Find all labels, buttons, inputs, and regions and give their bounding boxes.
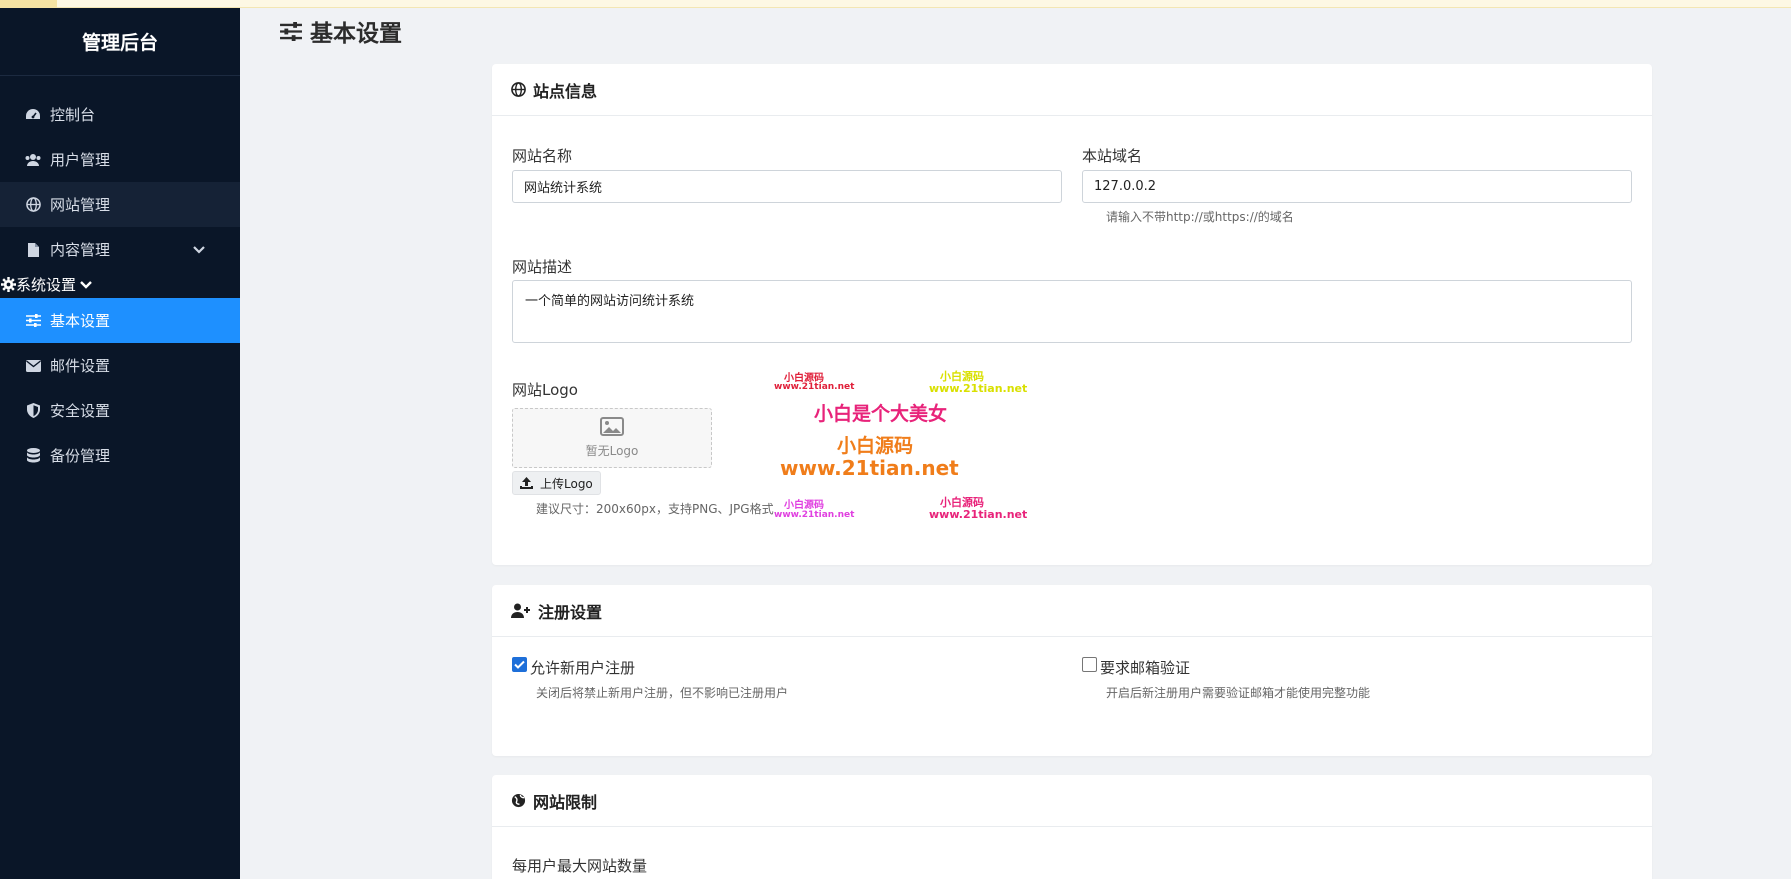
logo-label: 网站Logo <box>512 381 578 399</box>
globe-icon <box>511 82 526 97</box>
page-title: 基本设置 <box>280 14 402 48</box>
main-content: 基本设置 站点信息 网站名称 网站统计系统 本站域名 127.0.0.2 请输入… <box>240 8 1791 879</box>
file-icon <box>24 241 42 259</box>
site-name-label: 网站名称 <box>512 147 573 165</box>
watermark-text: 小白源码 <box>784 500 824 511</box>
sidebar-item-label: 基本设置 <box>50 312 111 330</box>
description-textarea[interactable]: 一个简单的网站访问统计系统 <box>512 280 1632 343</box>
description-label: 网站描述 <box>512 258 573 276</box>
allow-register-checkbox[interactable] <box>512 657 527 672</box>
chevron-down-icon[interactable] <box>192 241 206 259</box>
upload-logo-label: 上传Logo <box>540 476 593 491</box>
sidebar-group-label: 系统设置 <box>16 276 77 294</box>
sidebar-item-users[interactable]: 用户管理 <box>0 137 240 182</box>
allow-register-hint: 关闭后将禁止新用户注册，但不影响已注册用户 <box>536 686 789 700</box>
envelope-icon <box>24 357 42 375</box>
globe-icon <box>24 196 42 214</box>
card-header: 网站限制 <box>492 775 1652 827</box>
sidebar-item-label: 安全设置 <box>50 402 111 420</box>
sidebar-item-dashboard[interactable]: 控制台 <box>0 92 240 137</box>
domain-label: 本站域名 <box>1082 147 1143 165</box>
watermark-text: www.21tian.net <box>929 508 1028 521</box>
upload-logo-button[interactable]: 上传Logo <box>512 471 601 495</box>
users-icon <box>24 151 42 169</box>
sliders-icon <box>24 312 42 330</box>
cog-icon <box>0 277 16 293</box>
sidebar-item-label: 用户管理 <box>50 151 111 169</box>
card-title: 站点信息 <box>533 81 598 101</box>
page-title-text: 基本设置 <box>310 21 402 47</box>
database-icon <box>24 447 42 465</box>
site-limits-card: 网站限制 每用户最大网站数量 <box>492 775 1652 879</box>
domain-input[interactable]: 127.0.0.2 <box>1082 170 1632 203</box>
watermark-text: www.21tian.net <box>929 382 1028 395</box>
sidebar-item-label: 网站管理 <box>50 196 111 214</box>
image-icon <box>600 417 624 439</box>
card-title: 网站限制 <box>533 792 598 812</box>
email-verify-hint: 开启后新注册用户需要验证邮箱才能使用完整功能 <box>1106 686 1371 700</box>
site-name-input[interactable]: 网站统计系统 <box>512 170 1062 203</box>
email-verify-label[interactable]: 要求邮箱验证 <box>1100 657 1190 678</box>
dashboard-icon <box>24 106 42 124</box>
sliders-icon <box>280 21 302 41</box>
register-settings-card: 注册设置 允许新用户注册 关闭后将禁止新用户注册，但不影响已注册用户 要求邮箱验… <box>492 585 1652 756</box>
sidebar: 管理后台 控制台 用户管理 网站管理 内容管理 系统设置 基本设置 邮件设置 安… <box>0 8 240 879</box>
globe-icon <box>511 793 526 808</box>
watermark-text: www.21tian.net <box>774 510 855 520</box>
allow-register-label[interactable]: 允许新用户注册 <box>530 657 635 678</box>
sidebar-item-label: 控制台 <box>50 106 96 124</box>
card-header: 站点信息 <box>492 64 1652 116</box>
sidebar-item-security-settings[interactable]: 安全设置 <box>0 388 240 433</box>
sidebar-item-label: 备份管理 <box>50 447 111 465</box>
sidebar-item-basic-settings[interactable]: 基本设置 <box>0 298 240 343</box>
logo-preview: 暂无Logo <box>512 408 712 468</box>
chevron-down-icon <box>79 280 93 290</box>
brand-title: 管理后台 <box>0 8 240 76</box>
sidebar-group-system[interactable]: 系统设置 <box>0 274 240 295</box>
sidebar-item-content[interactable]: 内容管理 <box>0 227 240 272</box>
card-header: 注册设置 <box>492 585 1652 637</box>
card-title: 注册设置 <box>538 602 603 622</box>
domain-hint: 请输入不带http://或https://的域名 <box>1106 210 1294 224</box>
watermark-text: www.21tian.net <box>774 382 855 392</box>
top-notice-bar <box>0 0 1791 8</box>
email-verify-checkbox[interactable] <box>1082 657 1097 672</box>
top-notice-accent <box>0 0 57 8</box>
sidebar-item-sites[interactable]: 网站管理 <box>0 182 240 227</box>
user-plus-icon <box>511 603 531 618</box>
sidebar-item-label: 邮件设置 <box>50 357 111 375</box>
sidebar-item-label: 内容管理 <box>50 241 111 259</box>
watermark-text: 小白是个大美女 <box>814 403 948 425</box>
logo-placeholder-text: 暂无Logo <box>585 444 639 458</box>
watermark-text: www.21tian.net <box>780 456 959 480</box>
upload-icon <box>520 477 533 489</box>
shield-icon <box>24 402 42 420</box>
watermark-text: 小白源码 <box>837 435 914 457</box>
site-info-card: 站点信息 网站名称 网站统计系统 本站域名 127.0.0.2 请输入不带htt… <box>492 64 1652 565</box>
sidebar-item-mail-settings[interactable]: 邮件设置 <box>0 343 240 388</box>
logo-hint: 建议尺寸：200x60px，支持PNG、JPG格式 <box>536 502 774 516</box>
max-sites-label: 每用户最大网站数量 <box>512 857 648 875</box>
sidebar-item-backup[interactable]: 备份管理 <box>0 433 240 478</box>
